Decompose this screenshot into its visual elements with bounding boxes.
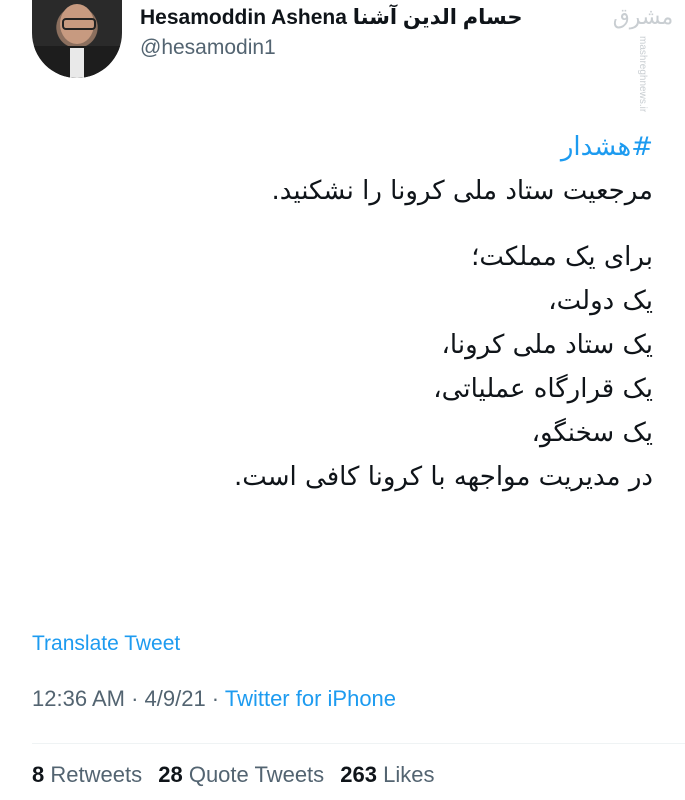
likes-label: Likes [383,762,435,787]
quote-tweets-label: Quote Tweets [188,762,325,787]
retweets-count: 8 [32,762,45,787]
quote-tweets-stat[interactable]: 28 Quote Tweets [158,762,324,787]
avatar-glasses [62,18,96,30]
tweet-text: #هشدار مرجعیت ستاد ملی کرونا را نشکنید. … [33,125,653,499]
divider [32,743,685,744]
retweets-label: Retweets [50,762,143,787]
quote-tweets-count: 28 [158,762,183,787]
author-handle[interactable]: @hesamodin1 [140,36,276,60]
avatar-shirt [70,48,84,78]
tweet-time[interactable]: 12:36 AM [32,686,125,711]
tweet-meta: 12:36 AM · 4/9/21 · Twitter for iPhone [32,686,396,712]
hashtag-link[interactable]: #هشدار [33,125,653,169]
avatar[interactable] [32,0,122,78]
watermark-logo: مشرق [612,5,674,30]
translate-tweet-link[interactable]: Translate Tweet [32,632,180,656]
separator: · [205,686,225,711]
separator: · [124,686,145,711]
tweet-line: یک دولت، [548,286,653,316]
watermark-url: mashreghnews.ir [637,36,648,113]
tweet-line: یک ستاد ملی کرونا، [441,330,653,360]
tweet-line: یک قرارگاه عملیاتی، [433,374,653,404]
tweet-stats: 8 Retweets 28 Quote Tweets 263 Likes [32,762,445,788]
tweet-line: مرجعیت ستاد ملی کرونا را نشکنید. [271,176,653,206]
watermark: مشرق mashreghnews.ir [608,5,678,113]
retweets-stat[interactable]: 8 Retweets [32,762,142,787]
likes-count: 263 [340,762,378,787]
tweet-source-link[interactable]: Twitter for iPhone [225,686,396,711]
tweet-date[interactable]: 4/9/21 [145,686,206,711]
tweet-line: برای یک مملکت؛ [471,242,653,272]
tweet-line: یک سخنگو، [531,418,653,448]
author-display-name[interactable]: Hesamoddin Ashena حسام الدین آشنا [140,5,523,30]
likes-stat[interactable]: 263 Likes [340,762,434,787]
tweet-line: در مدیریت مواجهه با کرونا کافی است. [233,462,653,492]
